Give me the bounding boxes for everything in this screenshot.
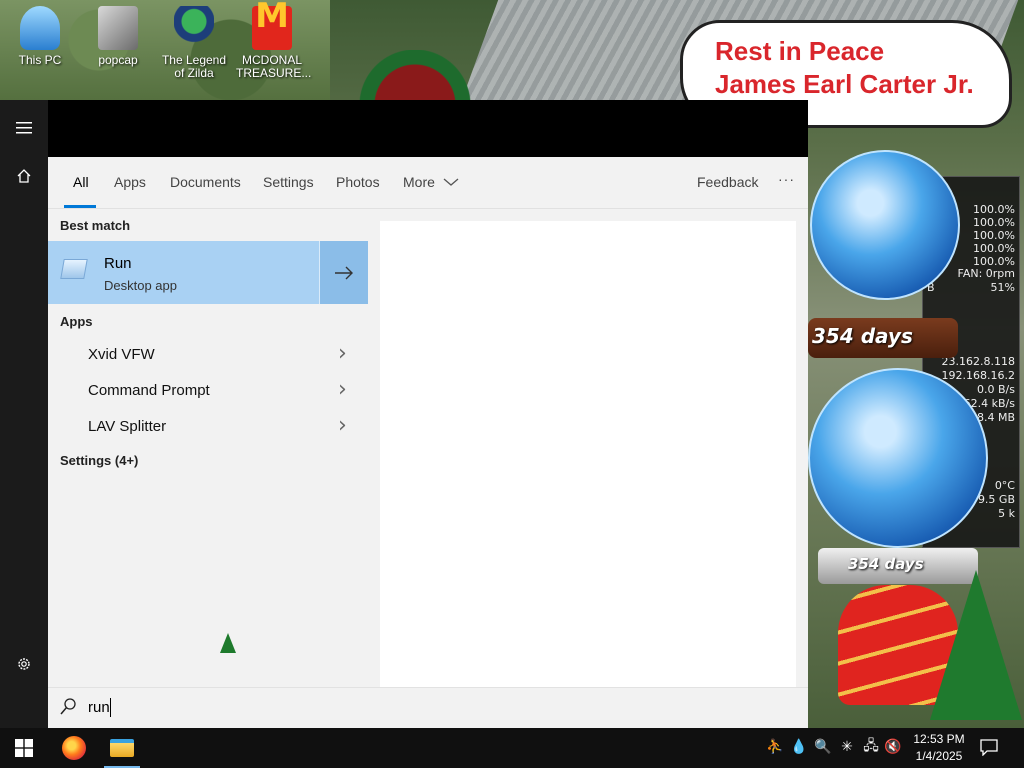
sysmon-net: 0.0 B/s: [977, 383, 1015, 396]
banner-line-2: James Earl Carter Jr.: [715, 69, 974, 99]
clock-time: 12:53 PM: [913, 732, 965, 746]
notification-icon[interactable]: [980, 738, 1002, 758]
run-app-icon: [60, 259, 88, 279]
tab-more-label: More: [403, 174, 435, 190]
tab-more[interactable]: More: [403, 174, 459, 190]
apps-heading: Apps: [60, 314, 93, 329]
home-icon[interactable]: [0, 152, 48, 200]
people-icon[interactable]: ⛹: [766, 738, 784, 756]
more-options-icon[interactable]: ···: [778, 171, 795, 187]
desktop-icon-this-pc[interactable]: This PC: [4, 6, 76, 67]
sysmon-disk: 9.5 GB: [977, 493, 1015, 506]
sysmon-mem: 51%: [990, 281, 1015, 294]
gear-icon[interactable]: [0, 640, 48, 688]
list-item-command-prompt[interactable]: Command Prompt ›: [48, 373, 368, 409]
snow-globe-top: [810, 150, 960, 300]
chevron-right-icon[interactable]: ›: [338, 341, 347, 366]
search-icon: [60, 698, 76, 715]
desktop-icon-label: MCDONAL TREASURE...: [236, 53, 312, 80]
desktop-icon-label: The Legend of Zilda: [161, 53, 227, 80]
search-input[interactable]: run: [88, 699, 110, 716]
tab-all[interactable]: All: [73, 174, 89, 190]
days-counter: 354 days: [848, 555, 924, 573]
preview-pane: [380, 221, 796, 687]
network-icon[interactable]: 🖧: [862, 738, 880, 756]
arrow-right-icon: [335, 266, 353, 279]
desktop-icon-label: popcap: [98, 53, 138, 67]
sysmon-ip: 192.168.16.2: [941, 369, 1015, 382]
desktop-icon-legend-of-zilda[interactable]: The Legend of Zilda: [158, 6, 230, 80]
firefox-icon: [62, 736, 86, 760]
taskbar-clock[interactable]: 12:53 PM 1/4/2025: [904, 731, 974, 765]
computer-icon: [20, 6, 60, 50]
feedback-button[interactable]: Feedback: [697, 174, 758, 190]
snow-globe-bottom: [808, 368, 988, 548]
file-explorer-taskbar-button[interactable]: [98, 728, 146, 768]
list-item-label: Command Prompt: [88, 382, 210, 399]
list-item-label: Xvid VFW: [88, 346, 155, 363]
desktop-icon-mcdonald-treasure[interactable]: MCDONAL TREASURE...: [236, 6, 312, 80]
open-arrow-button[interactable]: [319, 241, 368, 304]
volume-muted-icon[interactable]: 🔇: [884, 738, 902, 756]
best-match-subtitle: Desktop app: [104, 278, 177, 293]
popcap-icon: [98, 6, 138, 50]
results-list: Best match Run Desktop app Apps Xvid VFW…: [48, 209, 368, 687]
start-left-rail: [0, 100, 48, 728]
zelda-icon: [174, 6, 214, 50]
search-results-body: All Apps Documents Settings Photos More …: [48, 157, 808, 687]
sysmon-cpu: 100.0%: [973, 216, 1015, 229]
tab-settings[interactable]: Settings: [263, 174, 314, 190]
sysmon-fan: FAN: 0rpm: [957, 267, 1016, 280]
small-tree-icon: [220, 633, 236, 653]
active-tab-indicator: [64, 205, 96, 208]
list-item-label: LAV Splitter: [88, 418, 167, 435]
tab-photos[interactable]: Photos: [336, 174, 380, 190]
sysmon-cpu: 100.0%: [973, 242, 1015, 255]
start-button[interactable]: [0, 728, 48, 768]
droplet-icon[interactable]: 💧: [790, 738, 808, 756]
best-match-heading: Best match: [60, 218, 131, 233]
chevron-right-icon[interactable]: ›: [338, 377, 347, 402]
chevron-down-icon: [443, 178, 459, 186]
sysmon-cpu: 100.0%: [973, 203, 1015, 216]
folder-icon: [110, 739, 134, 757]
best-match-run[interactable]: Run Desktop app: [48, 241, 368, 304]
desktop-icon-label: This PC: [18, 53, 62, 67]
banner-line-1: Rest in Peace: [715, 36, 885, 66]
tab-apps[interactable]: Apps: [114, 174, 146, 190]
desktop-icon-popcap[interactable]: popcap: [82, 6, 154, 67]
windows-logo-icon: [15, 739, 33, 757]
mcdonalds-icon: [252, 6, 292, 50]
chevron-right-icon[interactable]: ›: [338, 413, 347, 438]
sparkle-icon[interactable]: ✳: [838, 738, 856, 756]
text-caret: [110, 698, 111, 717]
search-header-bar: [48, 100, 808, 157]
sysmon-temp: 0°C: [994, 479, 1015, 492]
start-search-panel: All Apps Documents Settings Photos More …: [0, 100, 808, 728]
hamburger-icon[interactable]: [0, 104, 48, 152]
firefox-taskbar-button[interactable]: [50, 728, 98, 768]
sysmon-cpu: 100.0%: [973, 229, 1015, 242]
taskbar: ⛹ 💧 🔍 ✳ 🖧 🔇 12:53 PM 1/4/2025: [0, 728, 1024, 768]
sysmon-disk: 5 k: [998, 507, 1015, 520]
search-filter-tabs: All Apps Documents Settings Photos More …: [48, 157, 808, 209]
days-counter: 354 days: [812, 324, 913, 348]
best-match-title: Run: [104, 255, 132, 272]
settings-heading[interactable]: Settings (4+): [60, 453, 138, 468]
search-input-box[interactable]: run: [48, 687, 808, 728]
tab-documents[interactable]: Documents: [170, 174, 241, 190]
reindeer-ornament: [355, 50, 475, 105]
clock-date: 1/4/2025: [915, 749, 963, 763]
search-tray-icon[interactable]: 🔍: [814, 738, 832, 756]
list-item-lav-splitter[interactable]: LAV Splitter ›: [48, 409, 368, 445]
list-item-xvid-vfw[interactable]: Xvid VFW ›: [48, 337, 368, 373]
christmas-tree-decoration: [930, 570, 1022, 720]
